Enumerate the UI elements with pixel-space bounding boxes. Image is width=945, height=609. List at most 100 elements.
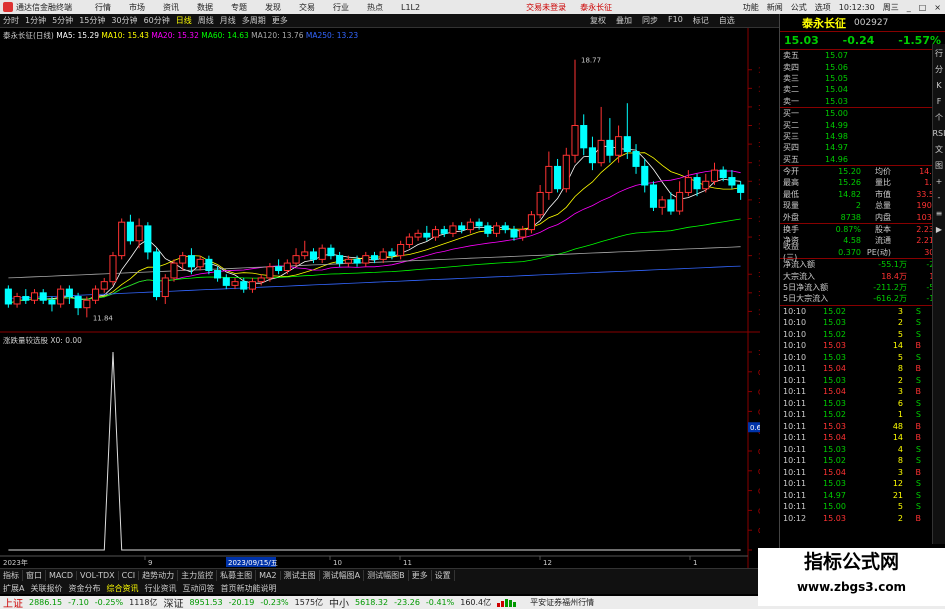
kline-chart[interactable]: 18.77 11.84 18.50 18.00 17.50 17.00 16.50 16.0… <box>0 28 760 568</box>
side-tool-icon-7[interactable]: 图 <box>933 158 945 172</box>
indicator-tab-10[interactable]: 测试幅图A <box>320 570 365 581</box>
side-tool-icon-5[interactable]: RSI <box>933 126 945 140</box>
info-tab-6[interactable]: 首页新功能说明 <box>217 583 279 594</box>
indicator-tab-5[interactable]: 趋势动力 <box>139 570 179 581</box>
tick-row: 10:11 15.04 14 B <box>780 432 945 444</box>
menu-hotspot[interactable]: 热点 <box>358 2 392 13</box>
side-tool-icon-3[interactable]: F <box>933 94 945 108</box>
indicator-tab-4[interactable]: CCI <box>119 571 140 580</box>
period-1min[interactable]: 1分钟 <box>22 15 49 26</box>
tick-volume: 14 <box>892 433 903 443</box>
indicator-tab-13[interactable]: 设置 <box>432 570 455 581</box>
menu-options[interactable]: 选项 <box>811 2 835 13</box>
menu-quotes[interactable]: 行情 <box>86 2 120 13</box>
period-daily[interactable]: 日线 <box>173 15 195 26</box>
indicator-tab-12[interactable]: 更多 <box>409 570 432 581</box>
candle-body <box>30 292 39 301</box>
menu-l1l2[interactable]: L1L2 <box>392 3 429 12</box>
close-icon[interactable]: × <box>930 3 945 12</box>
flow-label: 大宗流入 <box>783 271 815 281</box>
period-fenshi[interactable]: 分时 <box>0 15 22 26</box>
menu-topics[interactable]: 专题 <box>222 2 256 13</box>
period-15min[interactable]: 15分钟 <box>76 15 108 26</box>
sh-label[interactable]: 上证 <box>0 596 26 609</box>
indicator-tab-0[interactable]: 指标 <box>0 570 23 581</box>
side-tool-icon-6[interactable]: 文 <box>933 142 945 156</box>
tick-price: 15.03 <box>823 421 846 431</box>
f10-button[interactable]: F10 <box>663 15 688 26</box>
candle-body <box>501 225 509 231</box>
period-60min[interactable]: 60分钟 <box>141 15 173 26</box>
info-tab-0[interactable]: 扩展A <box>0 583 27 594</box>
indicator-tab-3[interactable]: VOL-TDX <box>77 571 119 580</box>
indicator-tab-6[interactable]: 主力监控 <box>178 570 218 581</box>
info-tab-5[interactable]: 互动问答 <box>179 583 217 594</box>
side-tool-icon-9[interactable]: - <box>933 190 945 204</box>
period-30min[interactable]: 30分钟 <box>108 15 140 26</box>
menu-industry[interactable]: 行业 <box>324 2 358 13</box>
tick-row: 10:11 15.00 5 S <box>780 501 945 513</box>
sz-label[interactable]: 深证 <box>160 596 186 609</box>
sz-value: 8951.53 <box>189 598 223 607</box>
menu-news2[interactable]: 新闻 <box>763 2 787 13</box>
period-monthly[interactable]: 月线 <box>217 15 239 26</box>
side-tool-icon-4[interactable]: 个 <box>933 110 945 124</box>
side-tool-icon-10[interactable]: ≡ <box>933 206 945 220</box>
candle-body <box>118 221 126 257</box>
candle-body <box>240 281 248 290</box>
period-multi[interactable]: 多周期 <box>239 15 269 26</box>
candle <box>153 248 161 301</box>
indicator-tab-7[interactable]: 私募主图 <box>217 570 257 581</box>
zx-value: 5618.32 <box>355 598 389 607</box>
side-tool-icon-11[interactable]: ▶ <box>933 222 945 236</box>
indicator-tab-8[interactable]: MA2 <box>256 571 281 580</box>
watchlist-button[interactable]: 自选 <box>714 15 740 26</box>
candle <box>283 259 291 275</box>
side-tool-icon-2[interactable]: K <box>933 78 945 92</box>
weekday: 周三 <box>882 2 899 12</box>
period-more[interactable]: 更多 <box>269 15 291 26</box>
tick-row: 10:11 15.03 4 S <box>780 444 945 456</box>
menu-discover[interactable]: 发现 <box>256 2 290 13</box>
indicator-tab-9[interactable]: 测试主图 <box>281 570 320 581</box>
candle <box>632 144 640 174</box>
candle-body <box>344 258 352 264</box>
sync-button[interactable]: 同步 <box>637 15 663 26</box>
menu-data[interactable]: 数据 <box>188 2 222 13</box>
info-tab-2[interactable]: 资金分布 <box>65 583 103 594</box>
indicator-tab-1[interactable]: 窗口 <box>23 570 46 581</box>
maximize-icon[interactable]: □ <box>915 3 931 12</box>
info-tab-3[interactable]: 综合资讯 <box>103 583 141 594</box>
minimize-icon[interactable]: _ <box>903 3 915 12</box>
tick-list[interactable]: 10:10 15.02 3 S 10:10 15.03 2 S 10:10 15.02 5 S 10:1… <box>780 306 945 525</box>
fuquan-button[interactable]: 复权 <box>585 15 611 26</box>
mark-button[interactable]: 标记 <box>688 15 714 26</box>
candle-body <box>100 281 108 290</box>
info-tab-4[interactable]: 行业资讯 <box>141 583 179 594</box>
tick-volume: 12 <box>892 479 903 489</box>
stat-value: 4.58 <box>843 236 861 246</box>
indicator-tab-2[interactable]: MACD <box>46 571 77 580</box>
period-5min[interactable]: 5分钟 <box>49 15 76 26</box>
side-tool-icon-0[interactable]: 行 <box>933 46 945 60</box>
indicator-tab-11[interactable]: 测试幅图B <box>364 570 409 581</box>
info-tab-1[interactable]: 关联报价 <box>27 583 65 594</box>
period-weekly[interactable]: 周线 <box>195 15 217 26</box>
menu-trade[interactable]: 交易 <box>290 2 324 13</box>
candle-body <box>545 165 553 193</box>
quote-stock-code: 002927 <box>854 17 889 28</box>
menu-market[interactable]: 市场 <box>120 2 154 13</box>
side-tool-icon-1[interactable]: 分 <box>933 62 945 76</box>
menu-formula[interactable]: 公式 <box>787 2 811 13</box>
tick-price: 15.04 <box>823 433 846 443</box>
menu-news[interactable]: 资讯 <box>154 2 188 13</box>
zx-label[interactable]: 中小 <box>326 596 352 609</box>
trade-login-status[interactable]: 交易未登录 <box>519 2 573 13</box>
candle-body <box>676 191 684 212</box>
tick-side: B <box>915 513 922 523</box>
candle-body <box>91 288 100 301</box>
menu-function[interactable]: 功能 <box>739 2 763 13</box>
candle <box>466 218 474 234</box>
side-tool-icon-8[interactable]: + <box>933 174 945 188</box>
overlay-button[interactable]: 叠加 <box>611 15 637 26</box>
